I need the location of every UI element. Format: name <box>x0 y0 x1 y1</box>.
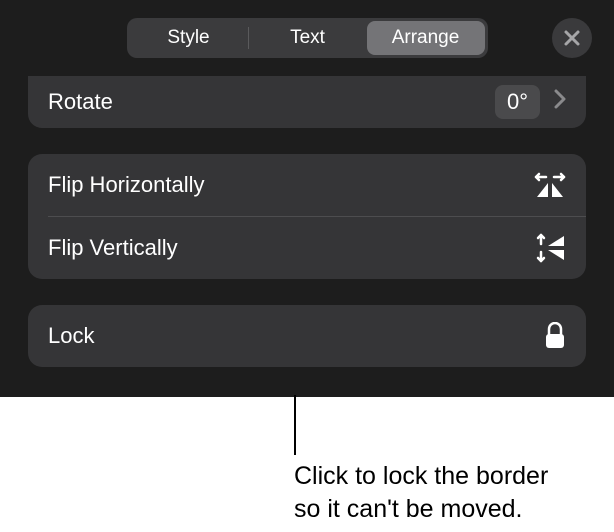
tab-style[interactable]: Style <box>130 21 248 55</box>
flip-vertical-label: Flip Vertically <box>48 235 178 261</box>
lock-group: Lock <box>28 305 586 367</box>
flip-vertical-icon <box>536 233 566 263</box>
rotate-label: Rotate <box>48 89 113 115</box>
close-button[interactable] <box>552 18 592 58</box>
spacer <box>0 279 614 305</box>
arrange-panel: Style Text Arrange Rotate 0° <box>0 0 614 397</box>
lock-icon <box>544 322 566 350</box>
close-icon <box>563 29 581 47</box>
flip-horizontal-icon <box>534 171 566 199</box>
rotate-row[interactable]: Rotate 0° <box>28 76 586 128</box>
tab-label: Style <box>167 27 209 49</box>
callout-line1: Click to lock the border <box>294 462 548 490</box>
rotate-value[interactable]: 0° <box>495 85 540 119</box>
chevron-right-icon <box>554 89 566 115</box>
callout-text: Click to lock the border so it can't be … <box>294 460 548 525</box>
flip-horizontal-row[interactable]: Flip Horizontally <box>28 154 586 216</box>
panel-header: Style Text Arrange <box>0 18 614 76</box>
tab-label: Arrange <box>392 27 460 49</box>
tab-label: Text <box>290 27 325 49</box>
lock-label: Lock <box>48 323 94 349</box>
lock-row[interactable]: Lock <box>28 305 586 367</box>
callout-line2: so it can't be moved. <box>294 495 523 523</box>
flip-horizontal-label: Flip Horizontally <box>48 172 205 198</box>
tab-arrange[interactable]: Arrange <box>367 21 485 55</box>
flip-vertical-row[interactable]: Flip Vertically <box>28 217 586 279</box>
rotate-right: 0° <box>495 85 566 119</box>
tab-text[interactable]: Text <box>249 21 367 55</box>
segmented-control: Style Text Arrange <box>127 18 488 58</box>
spacer <box>0 128 614 154</box>
flip-group: Flip Horizontally Flip Vertically <box>28 154 586 279</box>
rotate-group: Rotate 0° <box>28 76 586 128</box>
callout-line <box>294 395 296 455</box>
